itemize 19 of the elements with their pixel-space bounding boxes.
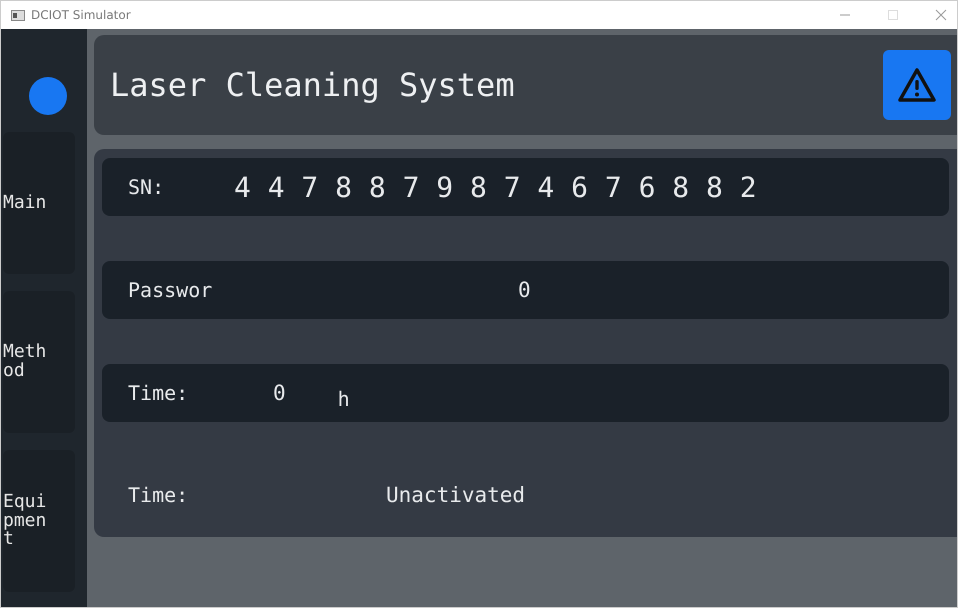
warning-button[interactable]	[883, 50, 951, 120]
status-indicator	[29, 77, 67, 115]
field-value: 4 4 7 8 8 7 9 8 7 4 6 7 6 8 8 2	[234, 170, 757, 204]
window-title: DCIOT Simulator	[31, 8, 132, 22]
field-value: 0	[518, 278, 531, 302]
field-label: SN:	[128, 175, 166, 199]
nav-button[interactable]: Method	[3, 291, 75, 433]
close-icon[interactable]	[935, 9, 947, 21]
nav-button[interactable]: Equipment	[3, 450, 75, 592]
field-value: 0	[273, 381, 286, 405]
field-label: Time:	[128, 482, 190, 506]
nav-button[interactable]: Main	[3, 132, 75, 274]
app-icon	[11, 10, 25, 20]
app-title: Laser Cleaning System	[110, 66, 515, 104]
field-value: Unactivated	[386, 482, 526, 506]
field-label: Passwor	[128, 278, 214, 302]
warning-icon	[897, 67, 937, 103]
field-label: Time:	[128, 381, 190, 405]
unit-label: h	[338, 387, 350, 411]
